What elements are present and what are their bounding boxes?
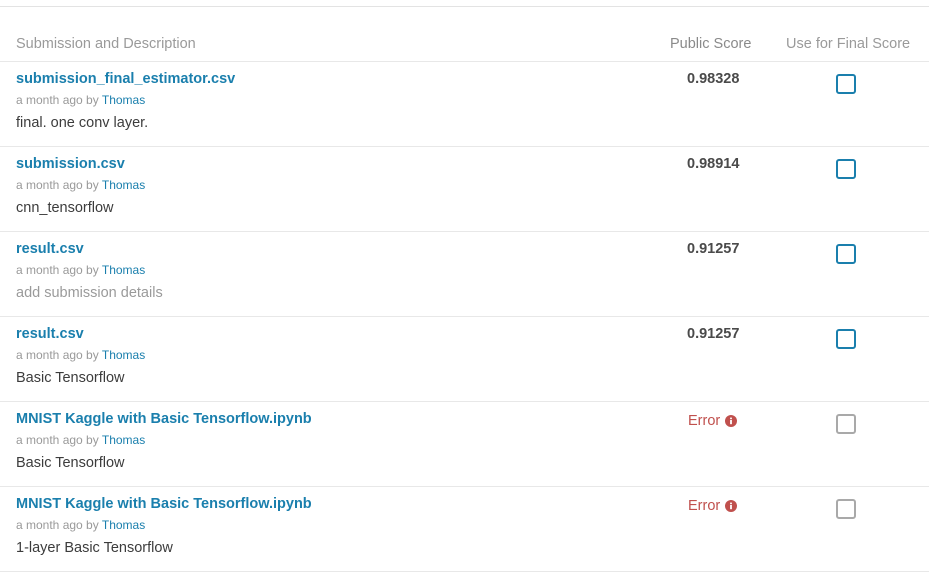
submission-time: a month ago by [16,348,99,362]
submission-description: Basic Tensorflow [16,370,125,386]
submission-filename-link[interactable]: result.csv [16,326,84,342]
submission-time: a month ago by [16,518,99,532]
submission-time: a month ago by [16,178,99,192]
info-icon[interactable] [725,500,738,512]
column-header-description: Submission and Description [16,36,196,52]
final-score-checkbox[interactable] [836,159,856,179]
score-error: Error [688,498,738,514]
public-score: 0.98914 [687,156,740,172]
public-score: 0.91257 [687,241,740,257]
submissions-table: Submission and Description Public Score … [0,7,929,572]
table-row: result.csv a month ago by Thomas add sub… [0,232,929,317]
table-row: MNIST Kaggle with Basic Tensorflow.ipynb… [0,402,929,487]
submission-filename-link[interactable]: submission.csv [16,156,125,172]
table-row: MNIST Kaggle with Basic Tensorflow.ipynb… [0,487,929,572]
final-score-checkbox[interactable] [836,329,856,349]
submission-filename-link[interactable]: submission_final_estimator.csv [16,71,235,87]
submission-time: a month ago by [16,93,99,107]
submission-description: final. one conv layer. [16,115,149,131]
table-row: submission_final_estimator.csv a month a… [0,62,929,147]
author-link[interactable]: Thomas [102,93,145,107]
final-score-checkbox[interactable] [836,244,856,264]
table-row: result.csv a month ago by Thomas Basic T… [0,317,929,402]
error-label: Error [688,413,721,429]
author-link[interactable]: Thomas [102,518,145,532]
public-score: 0.98328 [687,71,740,87]
author-link[interactable]: Thomas [102,263,145,277]
submission-meta: a month ago by Thomas [16,433,145,447]
final-score-checkbox-disabled [836,499,856,519]
submission-description: 1-layer Basic Tensorflow [16,540,173,556]
author-link[interactable]: Thomas [102,178,145,192]
submission-filename-link[interactable]: MNIST Kaggle with Basic Tensorflow.ipynb [16,411,312,427]
submission-meta: a month ago by Thomas [16,93,145,107]
submission-description: cnn_tensorflow [16,200,114,216]
submission-time: a month ago by [16,263,99,277]
author-link[interactable]: Thomas [102,433,145,447]
submission-description: Basic Tensorflow [16,455,125,471]
submission-meta: a month ago by Thomas [16,348,145,362]
submission-time: a month ago by [16,433,99,447]
table-header: Submission and Description Public Score … [0,7,929,62]
final-score-checkbox-disabled [836,414,856,434]
info-icon[interactable] [725,415,738,427]
author-link[interactable]: Thomas [102,348,145,362]
table-row: submission.csv a month ago by Thomas cnn… [0,147,929,232]
submission-meta: a month ago by Thomas [16,263,145,277]
submission-meta: a month ago by Thomas [16,178,145,192]
score-error: Error [688,413,738,429]
add-description-link[interactable]: add submission details [16,285,163,301]
public-score: 0.91257 [687,326,740,342]
final-score-checkbox[interactable] [836,74,856,94]
error-label: Error [688,498,721,514]
submission-filename-link[interactable]: result.csv [16,241,84,257]
column-header-public-score[interactable]: Public Score [670,36,751,52]
submission-filename-link[interactable]: MNIST Kaggle with Basic Tensorflow.ipynb [16,496,312,512]
column-header-final-score: Use for Final Score [786,36,911,52]
submission-meta: a month ago by Thomas [16,518,145,532]
